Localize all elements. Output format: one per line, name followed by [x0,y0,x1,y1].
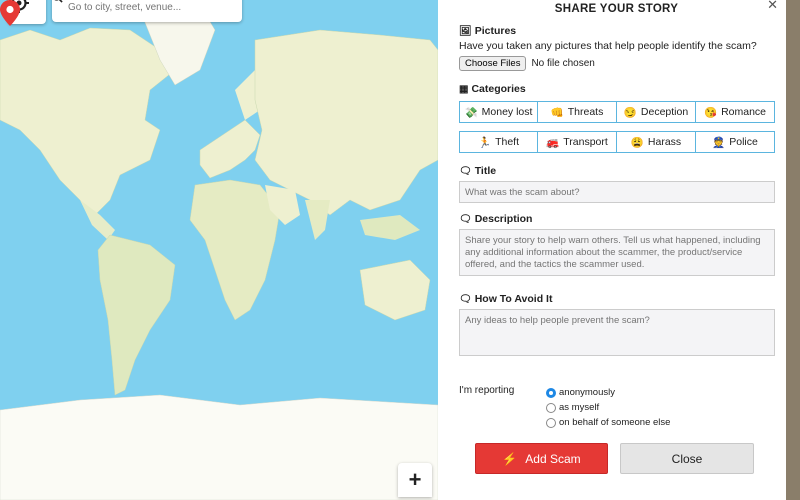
map-search-input[interactable] [68,1,218,13]
share-story-panel: ✕ SHARE YOUR STORY 🖼 Pictures Have you t… [438,0,786,500]
map-view[interactable]: + [0,0,438,500]
category-threats[interactable]: 👊 Threats [537,101,617,123]
comment-icon: 🗨 [459,293,472,305]
close-button[interactable]: Close [620,443,754,474]
file-status: No file chosen [531,58,595,69]
truck-icon: 🚒 [546,136,560,149]
radio-selected-icon[interactable] [546,387,556,398]
title-heading: 🗨 Title [459,165,497,177]
categories-heading: ▦ Categories [459,83,526,95]
category-row-1: 💸 Money lost 👊 Threats 😏 Deception 😘 Romance [459,101,775,123]
smirk-icon: 😏 [623,106,637,119]
reporting-group: I'm reporting anonymously as myself on b… [459,385,774,430]
fist-icon: 👊 [550,106,564,119]
category-deception[interactable]: 😏 Deception [616,101,696,123]
comment-icon: 🗨 [459,165,472,177]
scrollbar[interactable] [786,0,800,500]
choose-files-button[interactable]: Choose Files [459,56,527,71]
panel-title: SHARE YOUR STORY [554,3,679,15]
title-input[interactable] [459,181,775,203]
action-buttons: ⚡ Add Scam Close [475,443,754,474]
description-heading: 🗨 Description [459,213,533,225]
pictures-question: Have you taken any pictures that help pe… [459,40,757,52]
image-icon: 🖼 [459,25,472,37]
radio-on-behalf[interactable]: on behalf of someone else [546,415,670,430]
category-money-lost[interactable]: 💸 Money lost [459,101,538,123]
radio-empty-icon[interactable] [546,402,556,413]
comment-icon: 🗨 [459,213,472,225]
category-romance[interactable]: 😘 Romance [695,101,775,123]
world-map [0,4,438,500]
pictures-heading: 🖼 Pictures [459,25,517,37]
weary-face-icon: 😩 [630,136,644,149]
category-harass[interactable]: 😩 Harass [616,131,696,153]
category-theft[interactable]: 🏃 Theft [459,131,538,153]
grid-icon: ▦ [459,83,469,95]
category-police[interactable]: 👮 Police [695,131,775,153]
lightning-icon: ⚡ [502,451,518,466]
map-pin-icon[interactable] [0,0,20,26]
file-input-row: Choose Files No file chosen [459,56,774,71]
avoid-textarea[interactable] [459,309,775,356]
runner-icon: 🏃 [477,136,492,149]
avoid-heading: 🗨 How To Avoid It [459,293,553,305]
search-icon [54,0,63,3]
reporting-label: I'm reporting [459,385,515,396]
kiss-icon: 😘 [703,106,718,119]
map-search-box[interactable] [52,0,242,22]
category-transport[interactable]: 🚒 Transport [537,131,617,153]
zoom-in-button[interactable]: + [398,463,432,497]
reporting-options: anonymously as myself on behalf of someo… [546,385,670,430]
police-icon: 👮 [712,136,726,149]
money-icon: 💸 [464,106,478,119]
add-scam-button[interactable]: ⚡ Add Scam [475,443,608,474]
category-row-2: 🏃 Theft 🚒 Transport 😩 Harass 👮 Police [459,131,775,153]
radio-empty-icon[interactable] [546,417,556,428]
close-icon[interactable]: ✕ [767,0,778,13]
description-textarea[interactable] [459,229,775,276]
radio-anonymously[interactable]: anonymously [546,385,670,400]
radio-as-myself[interactable]: as myself [546,400,670,415]
